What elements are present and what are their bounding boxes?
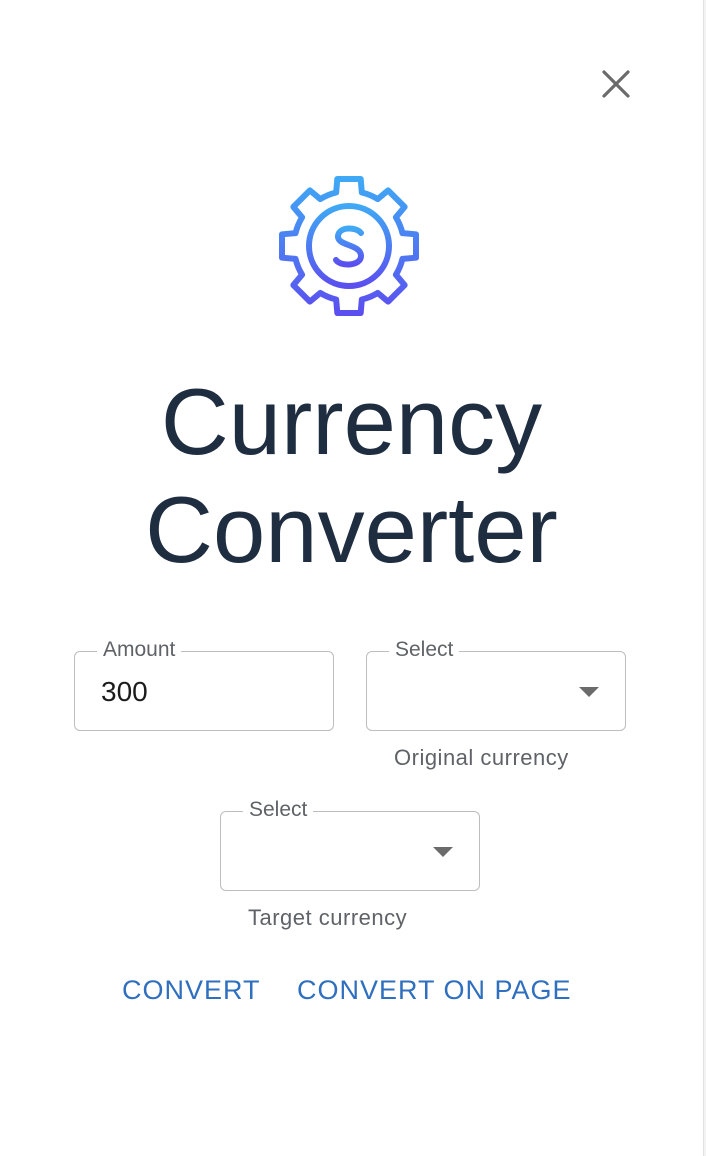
close-button[interactable]: [594, 62, 638, 106]
title-line-1: Currency: [160, 369, 543, 474]
amount-field[interactable]: Amount: [74, 638, 334, 731]
original-currency-helper: Original currency: [394, 745, 569, 770]
close-icon: [602, 70, 630, 98]
chevron-down-icon: [579, 687, 599, 697]
convert-button[interactable]: CONVERT: [122, 975, 261, 1006]
original-currency-select[interactable]: Select: [366, 638, 626, 731]
currency-gear-icon: [279, 176, 419, 316]
title-line-2: Converter: [145, 477, 558, 582]
page-title: Currency Converter: [0, 368, 703, 584]
amount-label: Amount: [97, 638, 182, 662]
amount-input[interactable]: [101, 674, 301, 710]
convert-on-page-button[interactable]: CONVERT ON PAGE: [297, 975, 572, 1006]
target-currency-select[interactable]: Select: [220, 798, 480, 891]
target-select-label: Select: [243, 798, 314, 822]
chevron-down-icon: [433, 847, 453, 857]
original-select-label: Select: [389, 638, 460, 662]
converter-panel: Currency Converter Amount Select Origina…: [0, 0, 703, 1156]
target-currency-helper: Target currency: [248, 905, 408, 930]
